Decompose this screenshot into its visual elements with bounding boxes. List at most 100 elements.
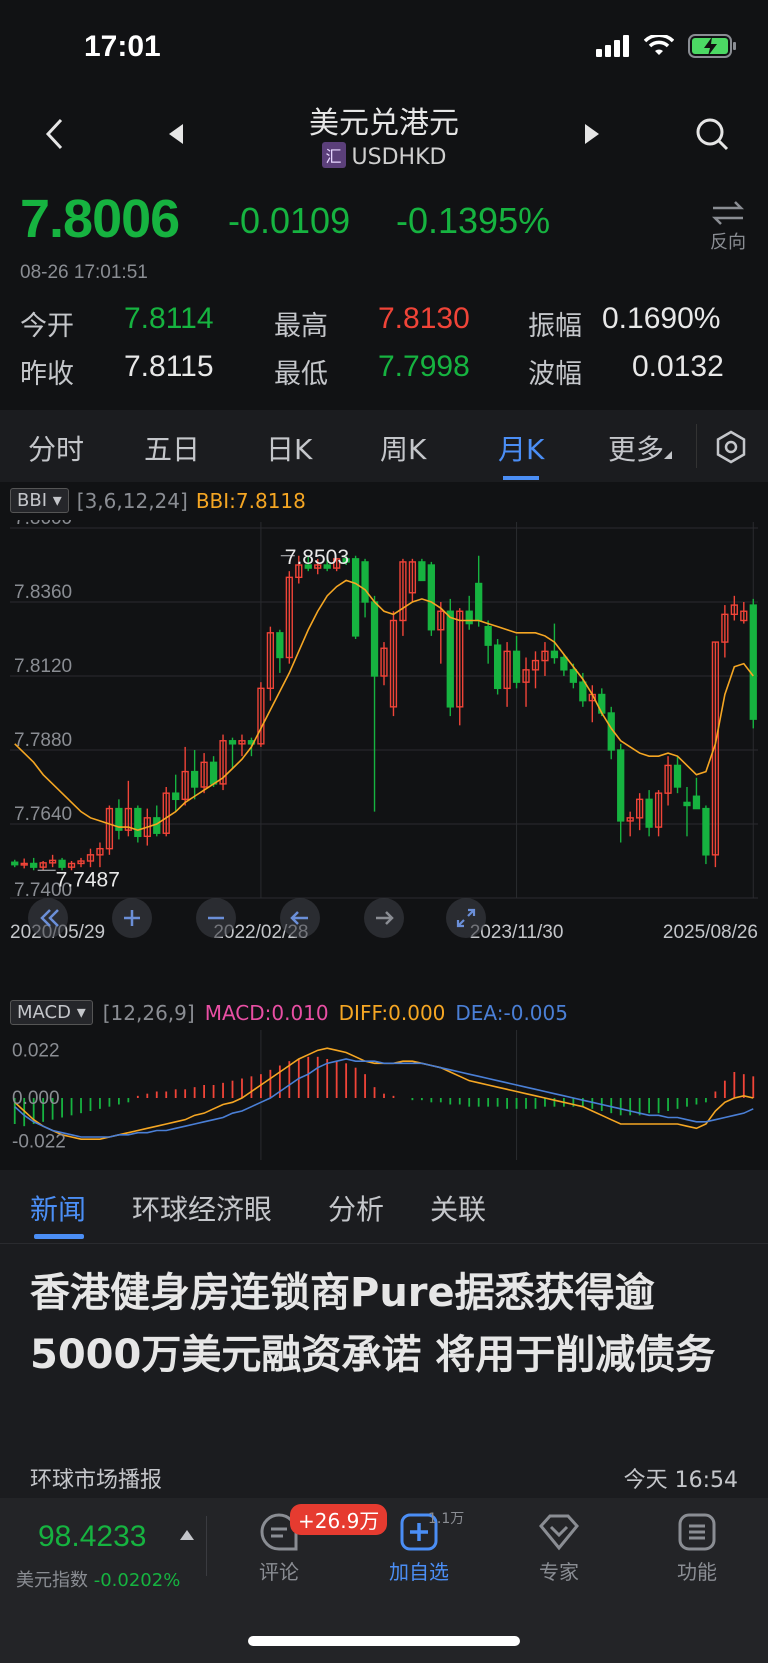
candle-body bbox=[560, 656, 568, 671]
wifi-icon bbox=[644, 35, 674, 55]
home-indicator bbox=[248, 1636, 520, 1646]
news-headline[interactable]: 香港健身房连锁商Pure据悉获得逾5000万美元融资承诺 将用于削减债务 bbox=[30, 1262, 740, 1386]
battery-charging-icon bbox=[688, 34, 736, 58]
next-symbol-button[interactable] bbox=[568, 110, 616, 158]
candle-body bbox=[579, 681, 587, 702]
chart-pan-back-button[interactable] bbox=[280, 898, 320, 938]
tab-related[interactable]: 关联 bbox=[430, 1188, 486, 1228]
y-tick-label: 7.8120 bbox=[14, 656, 72, 677]
tab-monthly-k[interactable]: 月K bbox=[498, 428, 544, 468]
candle-body bbox=[134, 807, 142, 838]
x-tick-label: 2025/08/26 bbox=[663, 922, 758, 943]
stat-label-open: 今开 bbox=[20, 311, 74, 342]
sub-indicator-name: MACD bbox=[17, 1002, 71, 1023]
diff-value: DIFF:0.000 bbox=[338, 1000, 446, 1025]
candle-body bbox=[58, 859, 66, 868]
candle-body bbox=[446, 610, 454, 708]
candle-body bbox=[692, 795, 701, 810]
main-indicator-legend: BBI ▾ [3,6,12,24] BBI:7.8118 bbox=[10, 488, 306, 513]
stat-label-low: 最低 bbox=[274, 359, 328, 390]
chart-scroll-left-button[interactable] bbox=[28, 898, 68, 938]
watchlist-count: 1.1万 bbox=[428, 1511, 465, 1527]
macd-tick-label: -0.022 bbox=[12, 1132, 66, 1153]
candle-body bbox=[370, 601, 379, 677]
candle-body bbox=[617, 749, 625, 822]
candle-body bbox=[427, 564, 435, 631]
candle-body bbox=[172, 792, 180, 801]
low-label: 7.7487 bbox=[56, 868, 120, 891]
sub-indicator-selector[interactable]: MACD ▾ bbox=[10, 1000, 93, 1025]
price-change: -0.0109 bbox=[228, 200, 351, 241]
tab-more[interactable]: 更多 bbox=[608, 428, 673, 468]
candle-body bbox=[30, 862, 38, 868]
reverse-pair-button[interactable]: 反向 bbox=[710, 200, 746, 254]
stat-value-open: 7.8114 bbox=[124, 302, 214, 335]
main-indicator-selector[interactable]: BBI ▾ bbox=[10, 488, 69, 513]
candle-body bbox=[749, 604, 757, 720]
macd-chart[interactable]: 0.022 0.000 -0.022 bbox=[0, 1030, 768, 1166]
tab-weekly-k[interactable]: 周K bbox=[380, 428, 426, 468]
arrow-left-icon bbox=[290, 911, 308, 925]
chart-zoom-in-button[interactable] bbox=[112, 898, 152, 938]
news-time: 今天 16:54 bbox=[623, 1468, 738, 1493]
symbol-subtitle: 汇 USDHKD bbox=[0, 142, 768, 170]
y-tick-label: 7.7640 bbox=[14, 804, 72, 825]
dea-value: DEA:-0.005 bbox=[455, 1000, 568, 1025]
tab-news[interactable]: 新闻 bbox=[30, 1188, 86, 1228]
candle-body bbox=[493, 644, 502, 690]
tab-more-label: 更多 bbox=[608, 433, 665, 466]
tab-analysis[interactable]: 分析 bbox=[328, 1188, 384, 1228]
forex-badge: 汇 bbox=[321, 142, 346, 168]
high-label: 7.8503 bbox=[285, 546, 349, 569]
dollar-index-widget[interactable]: 98.4233 美元指数 -0.0202% bbox=[0, 1498, 206, 1598]
candle-body bbox=[645, 798, 653, 828]
stat-label-amplitude: 振幅 bbox=[528, 311, 582, 342]
functions-button[interactable]: 功能 bbox=[652, 1512, 742, 1585]
tab-five-day[interactable]: 五日 bbox=[144, 428, 200, 468]
expert-label: 专家 bbox=[539, 1560, 579, 1584]
chart-zoom-out-button[interactable] bbox=[196, 898, 236, 938]
macd-tick-label: 0.022 bbox=[12, 1040, 60, 1061]
candle-body bbox=[351, 558, 360, 637]
search-button[interactable] bbox=[688, 110, 736, 158]
current-price: 7.8006 bbox=[20, 189, 180, 249]
sub-indicator-params: [12,26,9] bbox=[102, 1000, 195, 1025]
watchlist-label: 加自选 bbox=[389, 1560, 449, 1584]
dollar-index-name: 美元指数 bbox=[16, 1570, 88, 1591]
expand-icon bbox=[456, 908, 476, 928]
stat-value-low: 7.7998 bbox=[378, 350, 470, 383]
stat-label-prev-close: 昨收 bbox=[20, 359, 74, 390]
expert-button[interactable]: 专家 bbox=[514, 1512, 604, 1585]
chart-fullscreen-button[interactable] bbox=[446, 898, 486, 938]
cellular-signal-icon bbox=[596, 35, 629, 57]
news-source: 环球市场播报 bbox=[30, 1468, 163, 1493]
triangle-right-icon bbox=[585, 124, 599, 144]
stat-value-amplitude: 0.1690% bbox=[602, 302, 721, 335]
comment-label: 评论 bbox=[259, 1560, 299, 1584]
tab-daily-k[interactable]: 日K bbox=[266, 428, 312, 468]
chart-pan-forward-button[interactable] bbox=[364, 898, 404, 938]
candle-body bbox=[512, 650, 521, 683]
comment-count-badge: +26.9万 bbox=[290, 1504, 388, 1535]
content-tab-indicator bbox=[34, 1234, 84, 1239]
page-title: 美元兑港元 bbox=[309, 106, 459, 141]
bbi-value: BBI:7.8118 bbox=[195, 488, 306, 513]
y-tick-label: 7.8360 bbox=[14, 582, 72, 603]
tab-intraday[interactable]: 分时 bbox=[28, 428, 84, 468]
candle-body bbox=[484, 625, 492, 646]
reverse-label: 反向 bbox=[710, 232, 746, 253]
candle-body bbox=[190, 770, 199, 788]
candle-body bbox=[475, 582, 483, 622]
chart-period-tabs: 分时 五日 日K 周K 月K 更多 bbox=[0, 410, 768, 482]
candle-body bbox=[276, 632, 284, 659]
candlestick-chart[interactable]: 7.86007.83607.81207.78807.76407.74007.85… bbox=[0, 520, 768, 952]
settings-gear-icon[interactable] bbox=[714, 430, 748, 464]
stat-value-high: 7.8130 bbox=[378, 302, 470, 335]
y-tick-label: 7.8600 bbox=[14, 520, 72, 529]
tab-global-economy[interactable]: 环球经济眼 bbox=[132, 1188, 272, 1228]
stat-value-range: 0.0132 bbox=[632, 350, 724, 383]
content-tabs: 新闻 环球经济眼 分析 关联 bbox=[0, 1170, 768, 1244]
active-tab-indicator bbox=[503, 476, 539, 480]
corner-triangle-icon bbox=[664, 451, 673, 459]
triangle-up-icon bbox=[180, 1530, 194, 1540]
